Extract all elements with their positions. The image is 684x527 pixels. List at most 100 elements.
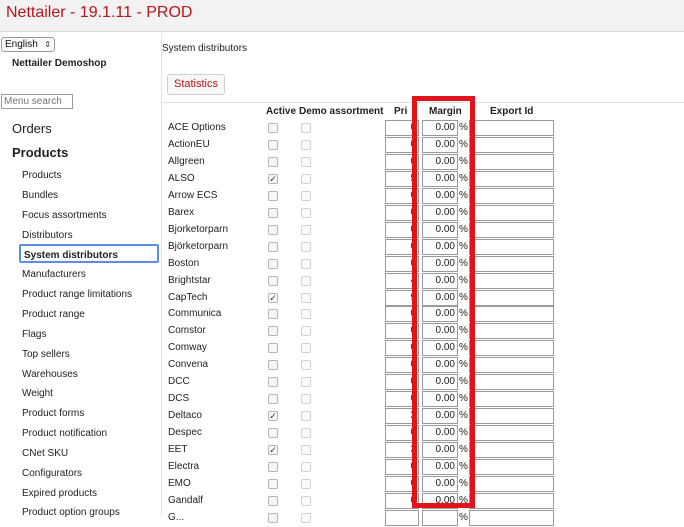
export-id-input[interactable]: [469, 442, 554, 459]
price-input[interactable]: 0: [385, 204, 419, 221]
export-id-input[interactable]: [469, 509, 554, 526]
demo-assortment-checkbox[interactable]: [301, 275, 311, 286]
price-input[interactable]: 0: [385, 187, 419, 204]
export-id-input[interactable]: [469, 374, 554, 391]
price-input[interactable]: 2: [385, 408, 419, 425]
export-id-input[interactable]: [469, 425, 554, 442]
price-input[interactable]: 0: [385, 374, 419, 391]
menu-search-input[interactable]: [1, 94, 73, 109]
sidebar-item-product-notification[interactable]: Product notification: [22, 428, 107, 439]
margin-input[interactable]: 0.00: [422, 306, 458, 323]
active-checkbox[interactable]: [268, 326, 278, 337]
sidebar-item-product-forms[interactable]: Product forms: [22, 408, 84, 419]
export-id-input[interactable]: [469, 187, 554, 204]
export-id-input[interactable]: [469, 272, 554, 289]
margin-input[interactable]: 0.00: [422, 289, 458, 306]
export-id-input[interactable]: [469, 136, 554, 153]
sidebar-item-bundles[interactable]: Bundles: [22, 190, 58, 201]
export-id-input[interactable]: [469, 153, 554, 170]
margin-input[interactable]: 0.00: [422, 442, 458, 459]
price-input[interactable]: 0: [385, 306, 419, 323]
margin-input[interactable]: 0.00: [422, 357, 458, 374]
margin-input[interactable]: 0.00: [422, 238, 458, 255]
sidebar-item-product-range-limitations[interactable]: Product range limitations: [22, 289, 132, 300]
active-checkbox[interactable]: [268, 377, 278, 388]
sidebar-item-cnet-sku[interactable]: CNet SKU: [22, 448, 68, 459]
active-checkbox[interactable]: ✓: [268, 173, 278, 184]
demo-assortment-checkbox[interactable]: [301, 309, 311, 320]
sidebar-item-focus-assortments[interactable]: Focus assortments: [22, 210, 106, 221]
demo-assortment-checkbox[interactable]: [301, 241, 311, 252]
active-checkbox[interactable]: [268, 462, 278, 472]
export-id-input[interactable]: [469, 204, 554, 221]
demo-assortment-checkbox[interactable]: [301, 478, 311, 489]
active-checkbox[interactable]: [268, 139, 278, 150]
price-input[interactable]: 3: [385, 442, 419, 459]
demo-assortment-checkbox[interactable]: [301, 445, 311, 456]
export-id-input[interactable]: [469, 475, 554, 492]
active-checkbox[interactable]: [268, 190, 278, 201]
language-select[interactable]: English ⇕: [1, 37, 55, 52]
margin-input[interactable]: 0.00: [422, 492, 458, 509]
demo-assortment-checkbox[interactable]: [301, 207, 311, 218]
active-checkbox[interactable]: ✓: [268, 411, 278, 422]
price-input[interactable]: 0: [385, 238, 419, 255]
export-id-input[interactable]: [469, 255, 554, 272]
margin-input[interactable]: 0.00: [422, 459, 458, 475]
margin-input[interactable]: 0.00: [422, 272, 458, 289]
demo-assortment-checkbox[interactable]: [301, 462, 311, 472]
price-input[interactable]: 0: [385, 340, 419, 357]
sidebar-item-product-option-groups[interactable]: Product option groups: [22, 507, 120, 518]
active-checkbox[interactable]: [268, 275, 278, 286]
demo-assortment-checkbox[interactable]: [301, 123, 311, 133]
demo-assortment-checkbox[interactable]: [301, 190, 311, 201]
sidebar-item-product-range[interactable]: Product range: [22, 309, 85, 320]
sidebar-item-warehouses[interactable]: Warehouses: [22, 369, 78, 380]
margin-input[interactable]: 0.00: [422, 391, 458, 408]
export-id-input[interactable]: [469, 221, 554, 238]
margin-input[interactable]: 0.00: [422, 408, 458, 425]
sidebar-item-configurators[interactable]: Configurators: [22, 468, 82, 479]
margin-input[interactable]: 0.00: [422, 340, 458, 357]
export-id-input[interactable]: [469, 459, 554, 475]
demo-assortment-checkbox[interactable]: [301, 139, 311, 150]
export-id-input[interactable]: [469, 340, 554, 357]
active-checkbox[interactable]: [268, 241, 278, 252]
sidebar-item-system-distributors[interactable]: System distributors: [19, 244, 159, 264]
sidebar-item-manufacturers[interactable]: Manufacturers: [22, 269, 86, 280]
active-checkbox[interactable]: [268, 258, 278, 269]
price-input[interactable]: 0: [385, 153, 419, 170]
demo-assortment-checkbox[interactable]: [301, 173, 311, 184]
price-input[interactable]: 0: [385, 357, 419, 374]
active-checkbox[interactable]: [268, 512, 278, 523]
demo-assortment-checkbox[interactable]: [301, 512, 311, 523]
sidebar-item-products[interactable]: Products: [22, 170, 61, 181]
demo-assortment-checkbox[interactable]: [301, 394, 311, 405]
margin-input[interactable]: 0.00: [422, 136, 458, 153]
margin-input[interactable]: 0.00: [422, 323, 458, 340]
margin-input[interactable]: 0.00: [422, 374, 458, 391]
margin-input[interactable]: 0.00: [422, 170, 458, 187]
margin-input[interactable]: 0.00: [422, 475, 458, 492]
demo-assortment-checkbox[interactable]: [301, 411, 311, 422]
export-id-input[interactable]: [469, 492, 554, 509]
active-checkbox[interactable]: [268, 156, 278, 167]
export-id-input[interactable]: [469, 238, 554, 255]
export-id-input[interactable]: [469, 289, 554, 306]
statistics-button[interactable]: Statistics: [167, 74, 225, 95]
price-input[interactable]: 0: [385, 323, 419, 340]
active-checkbox[interactable]: [268, 224, 278, 235]
sidebar-item-weight[interactable]: Weight: [22, 388, 53, 399]
price-input[interactable]: 4: [385, 272, 419, 289]
margin-input[interactable]: 0.00: [422, 120, 458, 136]
price-input[interactable]: 5: [385, 170, 419, 187]
sidebar-item-distributors[interactable]: Distributors: [22, 230, 73, 241]
demo-assortment-checkbox[interactable]: [301, 377, 311, 388]
price-input[interactable]: 0: [385, 459, 419, 475]
active-checkbox[interactable]: ✓: [268, 292, 278, 303]
sidebar-item-top-sellers[interactable]: Top sellers: [22, 349, 70, 360]
demo-assortment-checkbox[interactable]: [301, 258, 311, 269]
active-checkbox[interactable]: [268, 478, 278, 489]
active-checkbox[interactable]: [268, 309, 278, 320]
export-id-input[interactable]: [469, 408, 554, 425]
